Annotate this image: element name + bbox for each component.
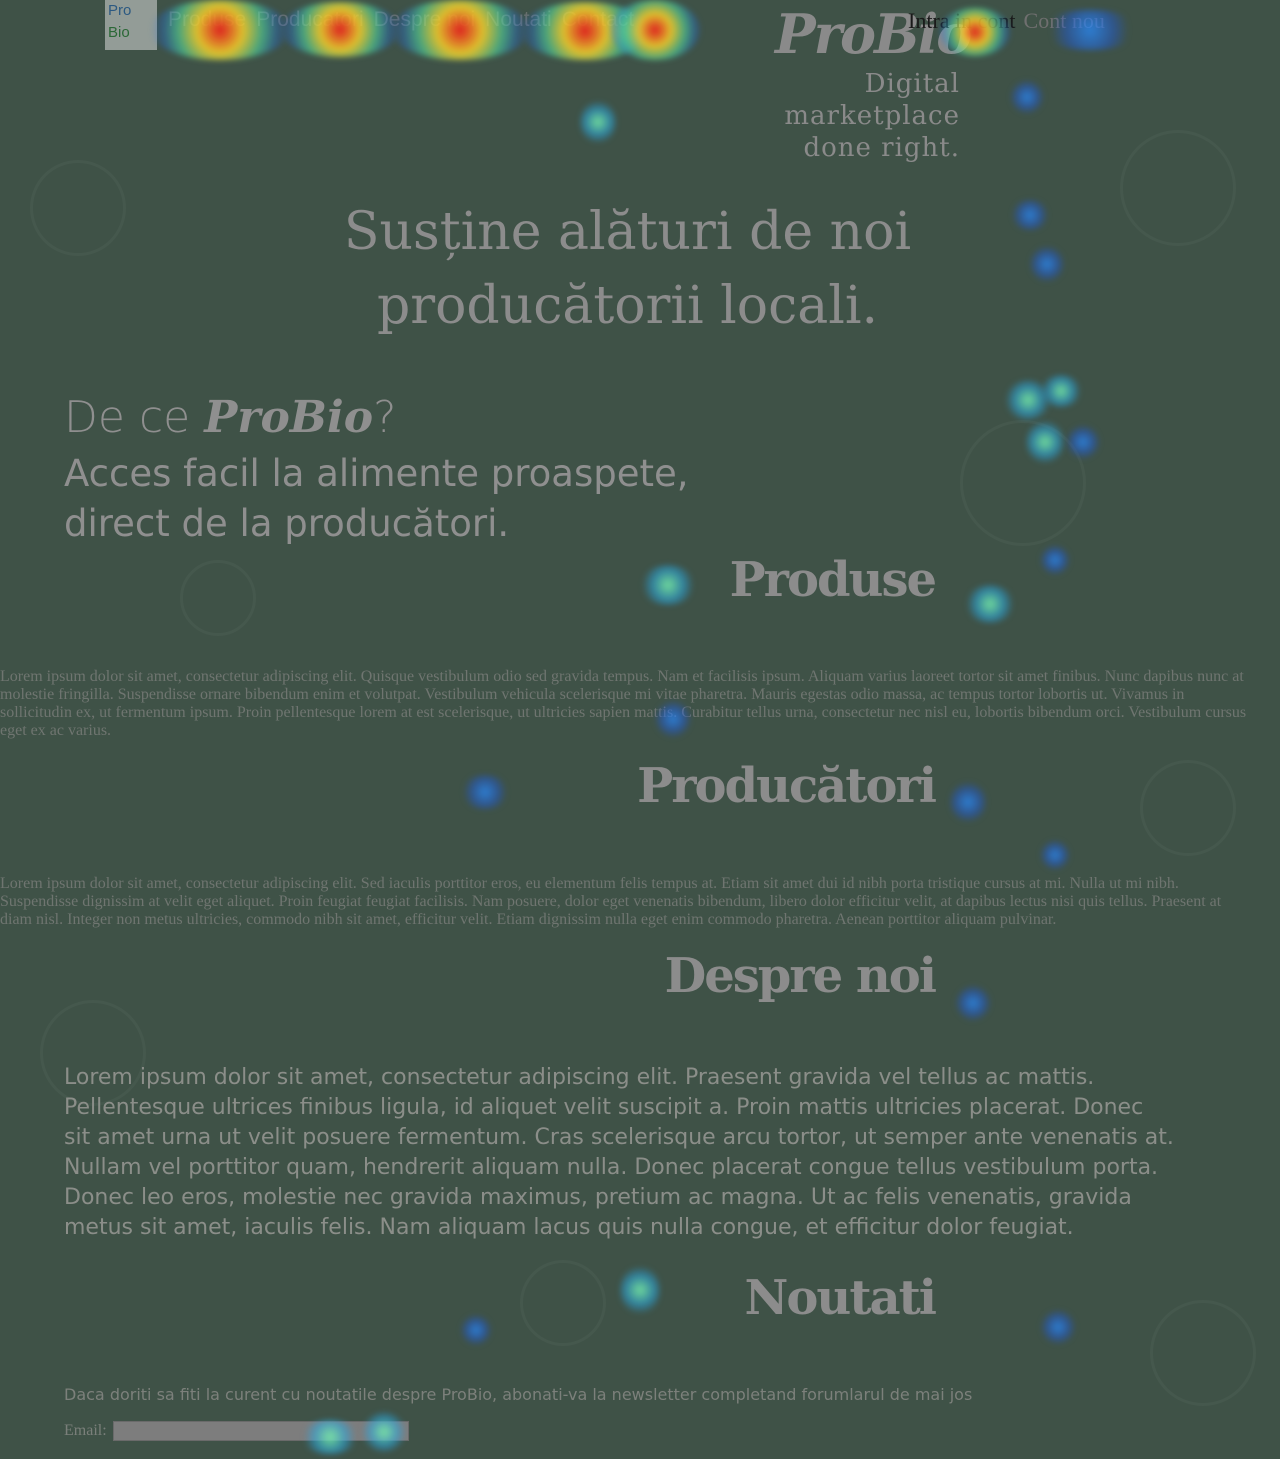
why-line1: Acces facil la alimente proaspete, [64, 452, 689, 495]
tagline-line1: Digital marketplace [784, 69, 960, 131]
produse-text: Lorem ipsum dolor sit amet, consectetur … [0, 668, 1247, 739]
why-line2: direct de la producători. [64, 502, 510, 545]
newsletter-form: Email: [64, 1421, 409, 1441]
logo[interactable]: Pro Bio [105, 0, 157, 50]
why-prefix: De ce [64, 392, 205, 443]
producatori-text: Lorem ipsum dolor sit amet, consectetur … [0, 875, 1222, 928]
nav-producatori[interactable]: Producatori [256, 8, 363, 32]
login-link[interactable]: Intra in cont [908, 8, 1016, 34]
nav-contact[interactable]: Contact [562, 8, 634, 32]
nav-noutati[interactable]: Noutati [485, 8, 552, 32]
main-nav: Produse Producatori Despre noi Noutati C… [168, 8, 634, 32]
register-link[interactable]: Cont nou [1024, 8, 1105, 34]
hero-title: Susține alături de noi producătorii loca… [0, 195, 1255, 343]
why-section: De ce ProBio? Acces facil la alimente pr… [64, 392, 689, 549]
logo-line1: Pro [108, 2, 132, 19]
despre-text: Lorem ipsum dolor sit amet, consectetur … [64, 1065, 1174, 1240]
why-subtitle: Acces facil la alimente proaspete, direc… [64, 449, 689, 549]
why-question: De ce ProBio? [64, 392, 689, 443]
site-header: Pro Bio Produse Producatori Despre noi N… [0, 0, 1280, 163]
section-title-noutati: Noutati [744, 1270, 937, 1326]
hero-line1: Susține alături de noi [343, 202, 912, 262]
why-brand: ProBio [204, 392, 374, 443]
why-suffix: ? [373, 392, 397, 443]
tagline-line2: done right. [803, 133, 960, 163]
nav-produse[interactable]: Produse [168, 8, 246, 32]
account-links: Intra in cont Cont nou [908, 8, 1105, 34]
tagline: Digital marketplace done right. [690, 68, 960, 164]
nav-despre-noi[interactable]: Despre noi [374, 8, 476, 32]
newsletter-text: Daca doriti sa fiti la curent cu noutati… [64, 1385, 973, 1404]
logo-line2: Bio [108, 24, 130, 41]
hero-line2: producătorii locali. [376, 276, 879, 336]
email-input[interactable] [112, 1421, 409, 1441]
section-title-despre: Despre noi [664, 948, 937, 1004]
section-title-producatori: Producători [637, 758, 937, 814]
section-title-produse: Produse [729, 552, 937, 608]
email-label: Email: [64, 1422, 107, 1439]
